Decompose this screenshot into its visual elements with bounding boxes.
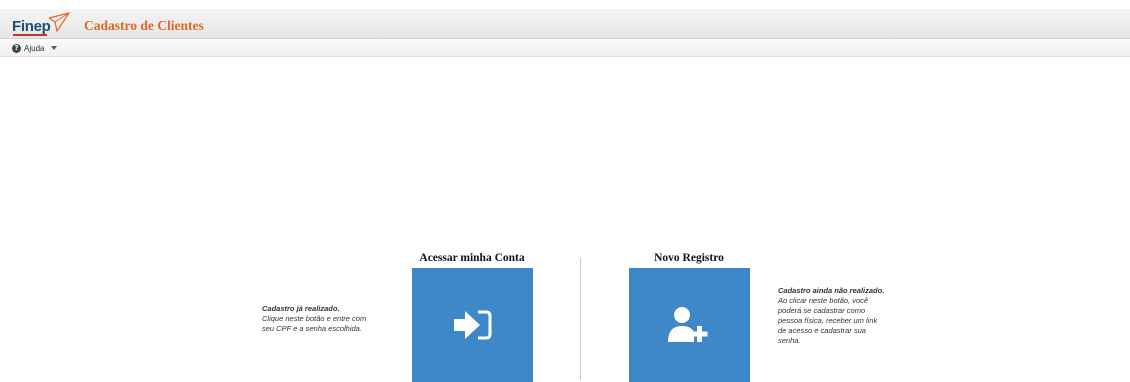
register-note-line: senha. (778, 336, 801, 345)
login-note: Cadastro já realizado. Clique neste botã… (262, 304, 402, 334)
question-circle-icon: ? (12, 43, 21, 53)
caret-down-icon (51, 46, 58, 50)
help-label: Ajuda (24, 43, 45, 53)
login-title: Acessar minha Conta (419, 252, 525, 264)
register-button[interactable] (629, 268, 750, 382)
logo-underline (13, 34, 47, 36)
register-note: Cadastro ainda não realizado. Ao clicar … (778, 286, 928, 346)
register-note-line: Ao clicar neste botão, você (778, 296, 869, 305)
paper-plane-icon (48, 12, 70, 32)
help-menu[interactable]: ? Ajuda (12, 42, 58, 54)
register-note-heading: Cadastro ainda não realizado. (778, 286, 885, 295)
login-note-line: seu CPF e a senha escolhida. (262, 324, 362, 333)
sign-in-icon (453, 310, 491, 340)
register-note-line: poderá se cadastrar como (778, 306, 866, 315)
register-note-line: pessoa física, receber um link (778, 316, 878, 325)
login-button[interactable] (412, 268, 533, 382)
register-note-line: de acesso e cadastrar sua (778, 326, 866, 335)
login-note-line: Clique neste botão e entre com (262, 314, 367, 323)
page-title: Cadastro de Clientes (84, 18, 204, 33)
top-header: Finep Cadastro de Clientes (0, 9, 1130, 39)
register-title: Novo Registro (654, 252, 724, 264)
menu-bar: ? Ajuda (0, 39, 1130, 57)
logo-text: Finep (12, 18, 51, 35)
login-note-heading: Cadastro já realizado. (262, 304, 340, 313)
user-plus-icon (667, 307, 707, 342)
finep-logo[interactable]: Finep (12, 12, 72, 36)
section-divider (580, 258, 581, 380)
